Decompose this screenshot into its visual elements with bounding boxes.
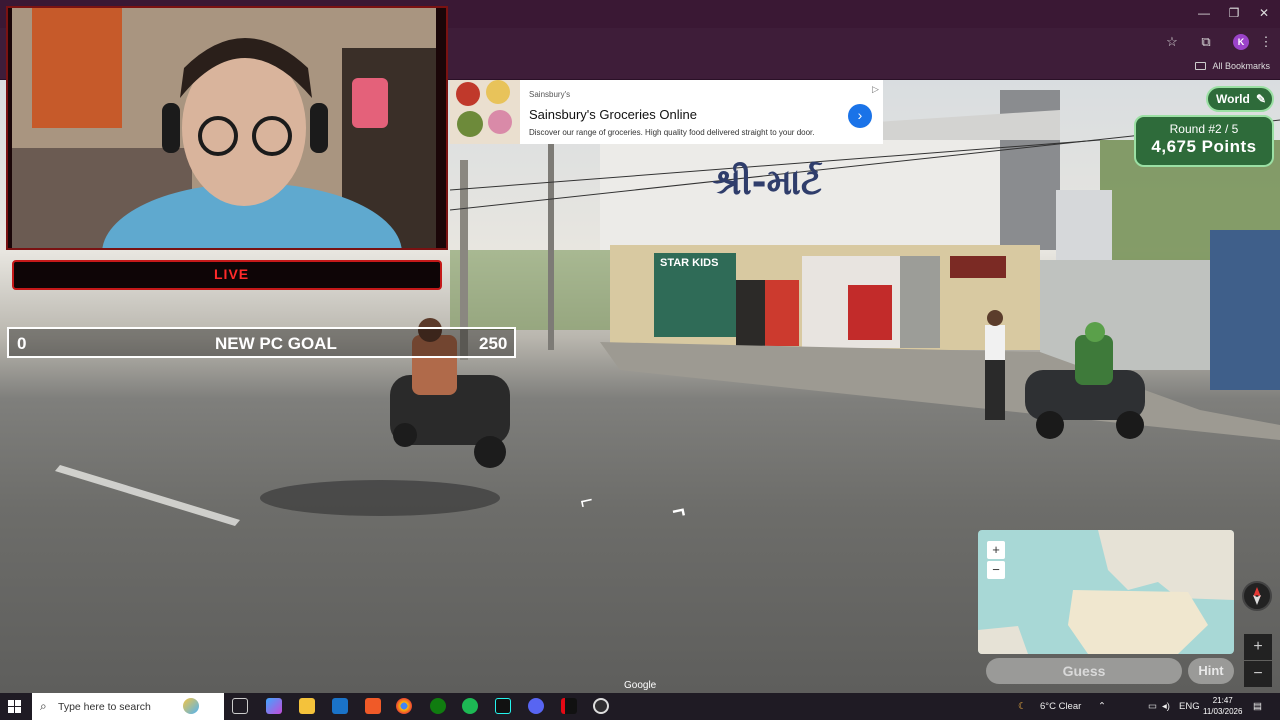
tray-overflow-icon[interactable]: ⌃ [1098, 701, 1106, 712]
goal-target: 250 [479, 334, 508, 353]
minimap-zoom-out[interactable]: − [987, 561, 1005, 579]
task-view-icon[interactable] [232, 698, 248, 714]
network-icon[interactable]: ▭ [1148, 701, 1157, 712]
ad-description: Discover our range of groceries. High qu… [529, 128, 815, 137]
copilot-app-icon[interactable] [266, 698, 282, 714]
spotify-icon[interactable] [462, 698, 478, 714]
points-label: 4,675 Points [1151, 137, 1257, 156]
close-icon[interactable]: ✕ [1250, 4, 1278, 22]
search-icon: ⌕ [40, 699, 47, 713]
chrome-icon[interactable] [396, 698, 412, 714]
webcam-feed [12, 8, 436, 248]
score-panel: Round #2 / 5 4,675 Points [1134, 115, 1274, 167]
map-mode-badge[interactable]: World ✎ [1206, 86, 1274, 112]
compass-icon[interactable] [1242, 581, 1272, 611]
file-explorer-icon[interactable] [299, 698, 315, 714]
brave-icon[interactable] [365, 698, 381, 714]
ad-banner[interactable]: Sainsbury's Sainsbury's Groceries Online… [450, 80, 883, 144]
obs-icon[interactable] [593, 698, 609, 714]
clock-date: 11/03/2026 [1203, 707, 1243, 716]
restore-icon[interactable]: ❐ [1220, 4, 1248, 22]
live-label: LIVE [214, 266, 250, 282]
minimize-icon[interactable]: — [1190, 4, 1218, 22]
guess-minimap[interactable] [978, 530, 1234, 654]
google-watermark: Google [624, 680, 657, 691]
goal-start: 0 [17, 334, 27, 353]
taskbar-search-placeholder[interactable]: Type here to search [58, 701, 151, 713]
round-label: Round #2 / 5 [1169, 122, 1239, 136]
adchoices-icon[interactable]: ▷ [872, 84, 879, 95]
all-bookmarks-label: All Bookmarks [1212, 61, 1270, 71]
weather-icon[interactable]: ☾ [1018, 701, 1027, 712]
discord-icon[interactable] [528, 698, 544, 714]
ad-title[interactable]: Sainsbury's Groceries Online [529, 107, 697, 122]
notifications-icon[interactable]: ▤ [1253, 701, 1262, 712]
poster-text: STAR KIDS [660, 257, 719, 269]
ad-image [450, 80, 520, 144]
volume-icon[interactable]: ◂) [1162, 701, 1170, 712]
map-graphic [978, 530, 1234, 654]
xbox-icon[interactable] [430, 698, 446, 714]
streamer-graphic [12, 8, 436, 248]
all-bookmarks-button[interactable]: All Bookmarks [1195, 61, 1270, 71]
language-label[interactable]: ENG [1179, 701, 1200, 712]
minimap-zoom-in[interactable]: + [987, 541, 1005, 559]
weather-label[interactable]: 6°C Clear [1040, 701, 1081, 712]
clock[interactable]: 21:47 11/03/2026 [1203, 695, 1242, 717]
ad-brand: Sainsbury's [529, 90, 571, 99]
shop-sign: શ્રી-માર્ટ [712, 162, 822, 203]
viewer-zoom-out[interactable]: − [1244, 661, 1272, 687]
hint-button[interactable]: Hint [1188, 658, 1234, 684]
goal-title: NEW PC GOAL [215, 334, 337, 353]
map-mode-label: World [1216, 92, 1250, 106]
guess-button[interactable]: Guess [986, 658, 1182, 684]
profile-avatar[interactable]: K [1233, 34, 1249, 50]
compass-needle-graphic [1253, 587, 1261, 605]
extensions-icon[interactable]: ⧉ [1197, 33, 1215, 51]
outlook-icon[interactable] [332, 698, 348, 714]
tiktok-icon[interactable] [495, 698, 511, 714]
screen: શ્રી-માર્ટ STAR KIDS ⌐ ¬ Google — ❐ ✕ ☆ … [0, 0, 1280, 720]
ad-go-button[interactable]: › [848, 104, 872, 128]
menu-icon[interactable]: ⋮ [1257, 33, 1275, 51]
windows-start-icon[interactable] [8, 700, 22, 714]
folder-icon [1195, 62, 1207, 70]
edit-icon[interactable]: ✎ [1256, 88, 1266, 110]
star-icon[interactable]: ☆ [1163, 33, 1181, 51]
goal-bar: 0 NEW PC GOAL 250 [7, 327, 516, 358]
viewer-zoom-in[interactable]: + [1244, 634, 1272, 660]
food-bowls-graphic [456, 80, 512, 137]
clock-time: 21:47 [1212, 696, 1233, 705]
netflix-icon[interactable] [561, 698, 577, 714]
copilot-icon[interactable] [183, 698, 199, 714]
